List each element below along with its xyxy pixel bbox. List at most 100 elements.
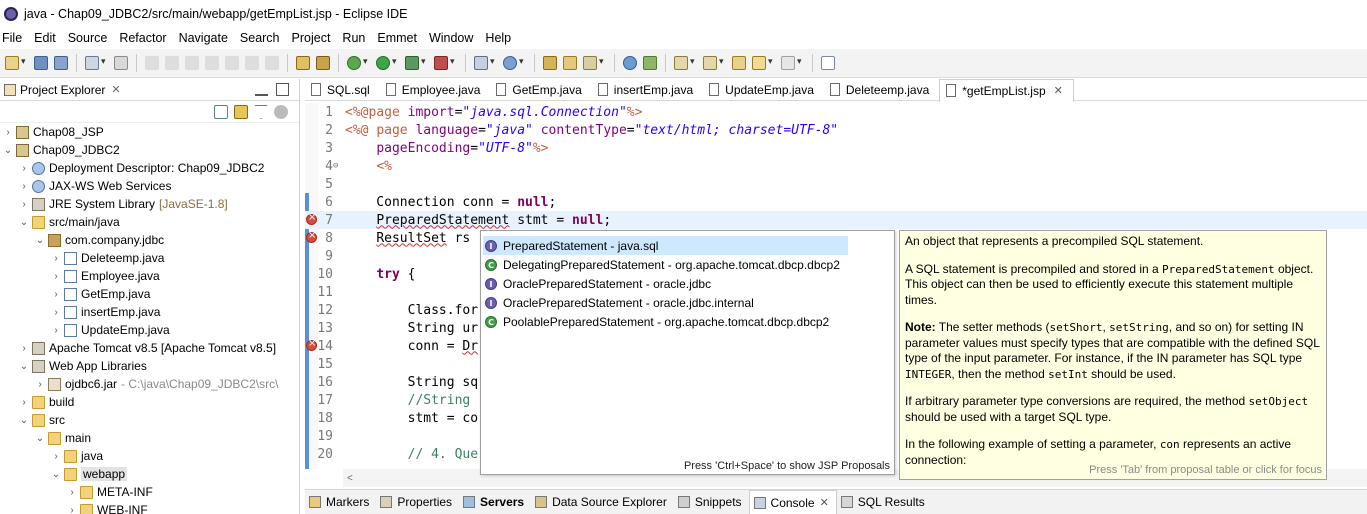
- javadoc-popup[interactable]: An object that represents a precompiled …: [899, 230, 1327, 480]
- new-java-project-icon[interactable]: [474, 56, 495, 70]
- new-icon[interactable]: [5, 56, 26, 70]
- pin-editor-icon[interactable]: [821, 56, 835, 70]
- next-annotation-icon[interactable]: [674, 56, 695, 70]
- tree-item[interactable]: ⌄ src: [0, 411, 299, 429]
- menu-run[interactable]: Run: [338, 31, 371, 45]
- save-icon[interactable]: [34, 56, 48, 70]
- collapsed-chevron-icon[interactable]: ›: [66, 487, 78, 498]
- editor-tab[interactable]: Employee.java: [380, 79, 491, 101]
- code-line[interactable]: 5: [305, 175, 1367, 193]
- run-icon[interactable]: [376, 56, 397, 70]
- skip-breakpoints-icon[interactable]: [114, 56, 128, 70]
- tree-item[interactable]: › Apache Tomcat v8.5 [Apache Tomcat v8.5]: [0, 339, 299, 357]
- editor-tab[interactable]: Deleteemp.java: [824, 79, 939, 101]
- debug-icon[interactable]: [347, 56, 368, 70]
- menu-source[interactable]: Source: [64, 31, 114, 45]
- build-icon[interactable]: [296, 56, 310, 70]
- close-icon[interactable]: ✕: [1054, 84, 1063, 97]
- close-icon[interactable]: ✕: [820, 496, 829, 509]
- error-marker-icon[interactable]: [306, 230, 317, 243]
- last-edit-icon[interactable]: [732, 56, 746, 70]
- editor-tab[interactable]: GetEmp.java: [490, 79, 591, 101]
- globe-icon[interactable]: [623, 56, 637, 70]
- code-line[interactable]: 6 Connection conn = null;: [305, 193, 1367, 211]
- menu-refactor[interactable]: Refactor: [115, 31, 172, 45]
- editor-tab[interactable]: SQL.sql: [305, 79, 380, 101]
- expanded-chevron-icon[interactable]: ⌄: [34, 433, 46, 444]
- error-marker-icon[interactable]: [306, 212, 317, 225]
- collapsed-chevron-icon[interactable]: ›: [18, 397, 30, 408]
- suspend-icon[interactable]: [165, 56, 179, 70]
- expanded-chevron-icon[interactable]: ⌄: [18, 361, 30, 372]
- terminal-icon[interactable]: [85, 56, 106, 70]
- step-into-icon[interactable]: [225, 56, 239, 70]
- bottom-tab[interactable]: Servers: [459, 490, 531, 514]
- tab-project-explorer[interactable]: Project Explorer ✕: [0, 79, 125, 101]
- menu-search[interactable]: Search: [236, 31, 286, 45]
- collapsed-chevron-icon[interactable]: ›: [66, 505, 78, 514]
- expanded-chevron-icon[interactable]: ⌄: [2, 145, 14, 156]
- tree-item[interactable]: › GetEmp.java: [0, 285, 299, 303]
- collapsed-chevron-icon[interactable]: ›: [18, 199, 30, 210]
- filter-icon[interactable]: [254, 104, 268, 119]
- collapsed-chevron-icon[interactable]: ›: [18, 163, 30, 174]
- tree-item[interactable]: ⌄ src/main/java: [0, 213, 299, 231]
- fold-toggle-icon[interactable]: ⊖: [333, 161, 345, 171]
- tree-item[interactable]: › Employee.java: [0, 267, 299, 285]
- search-icon[interactable]: [583, 56, 604, 70]
- menu-file[interactable]: File: [0, 31, 28, 45]
- tree-item[interactable]: › META-INF: [0, 483, 299, 501]
- code-line[interactable]: 2 <%@ page language="java" contentType="t…: [305, 121, 1367, 139]
- menu-navigate[interactable]: Navigate: [175, 31, 234, 45]
- menu-help[interactable]: Help: [481, 31, 517, 45]
- tree-item[interactable]: › Chap08_JSP: [0, 123, 299, 141]
- menu-window[interactable]: Window: [425, 31, 479, 45]
- collapsed-chevron-icon[interactable]: ›: [50, 253, 62, 264]
- code-line[interactable]: 3 pageEncoding="UTF-8"%>: [305, 139, 1367, 157]
- run-server-icon[interactable]: [405, 56, 426, 70]
- scroll-left-icon[interactable]: <: [347, 473, 353, 484]
- tree-item[interactable]: › insertEmp.java: [0, 303, 299, 321]
- menu-edit[interactable]: Edit: [30, 31, 62, 45]
- menu-project[interactable]: Project: [288, 31, 337, 45]
- proposal-item[interactable]: I OraclePreparedStatement - oracle.jdbc: [481, 274, 894, 293]
- proposal-item[interactable]: I OraclePreparedStatement - oracle.jdbc.i…: [481, 293, 894, 312]
- collapsed-chevron-icon[interactable]: ›: [50, 271, 62, 282]
- bottom-tab[interactable]: SQL Results: [837, 490, 932, 514]
- previous-annotation-icon[interactable]: [703, 56, 724, 70]
- code-line[interactable]: 4 ⊖ <%: [305, 157, 1367, 175]
- bottom-tab[interactable]: Console ✕: [748, 490, 837, 514]
- tree-item[interactable]: › ojdbc6.jar - C:\java\Chap09_JDBC2\src\: [0, 375, 299, 393]
- editor-tab[interactable]: UpdateEmp.java: [703, 79, 824, 101]
- code-line[interactable]: 7 PreparedStatement stmt = null;: [305, 211, 1367, 229]
- collapsed-chevron-icon[interactable]: ›: [50, 451, 62, 462]
- wand-icon[interactable]: [316, 56, 330, 70]
- view-menu-icon[interactable]: [274, 104, 288, 119]
- tree-item[interactable]: ⌄ webapp: [0, 465, 299, 483]
- terminate-icon[interactable]: [185, 56, 199, 70]
- step-return-icon[interactable]: [265, 56, 279, 70]
- collapsed-chevron-icon[interactable]: ›: [50, 289, 62, 300]
- minimize-icon[interactable]: [255, 83, 268, 96]
- proposal-item[interactable]: C PoolablePreparedStatement - org.apache.…: [481, 312, 894, 331]
- step-over-icon[interactable]: [245, 56, 259, 70]
- tree-item[interactable]: › Deleteemp.java: [0, 249, 299, 267]
- collapse-all-icon[interactable]: [214, 104, 228, 119]
- tree-item[interactable]: ⌄ main: [0, 429, 299, 447]
- collapsed-chevron-icon[interactable]: ›: [50, 325, 62, 336]
- expanded-chevron-icon[interactable]: ⌄: [18, 217, 30, 228]
- link-with-editor-icon[interactable]: [234, 104, 248, 119]
- back-icon[interactable]: [752, 56, 773, 70]
- external-tools-icon[interactable]: [434, 56, 455, 70]
- close-icon[interactable]: ✕: [111, 83, 120, 96]
- open-type-icon[interactable]: [543, 56, 557, 70]
- forward-icon[interactable]: [781, 56, 802, 70]
- collapsed-chevron-icon[interactable]: ›: [34, 379, 46, 390]
- save-all-icon[interactable]: [54, 56, 68, 70]
- open-resource-icon[interactable]: [563, 56, 577, 70]
- error-marker-icon[interactable]: [306, 338, 317, 351]
- resume-icon[interactable]: [145, 56, 159, 70]
- bottom-tab[interactable]: Properties: [376, 490, 459, 514]
- tree-item[interactable]: › UpdateEmp.java: [0, 321, 299, 339]
- new-class-icon[interactable]: [503, 56, 524, 70]
